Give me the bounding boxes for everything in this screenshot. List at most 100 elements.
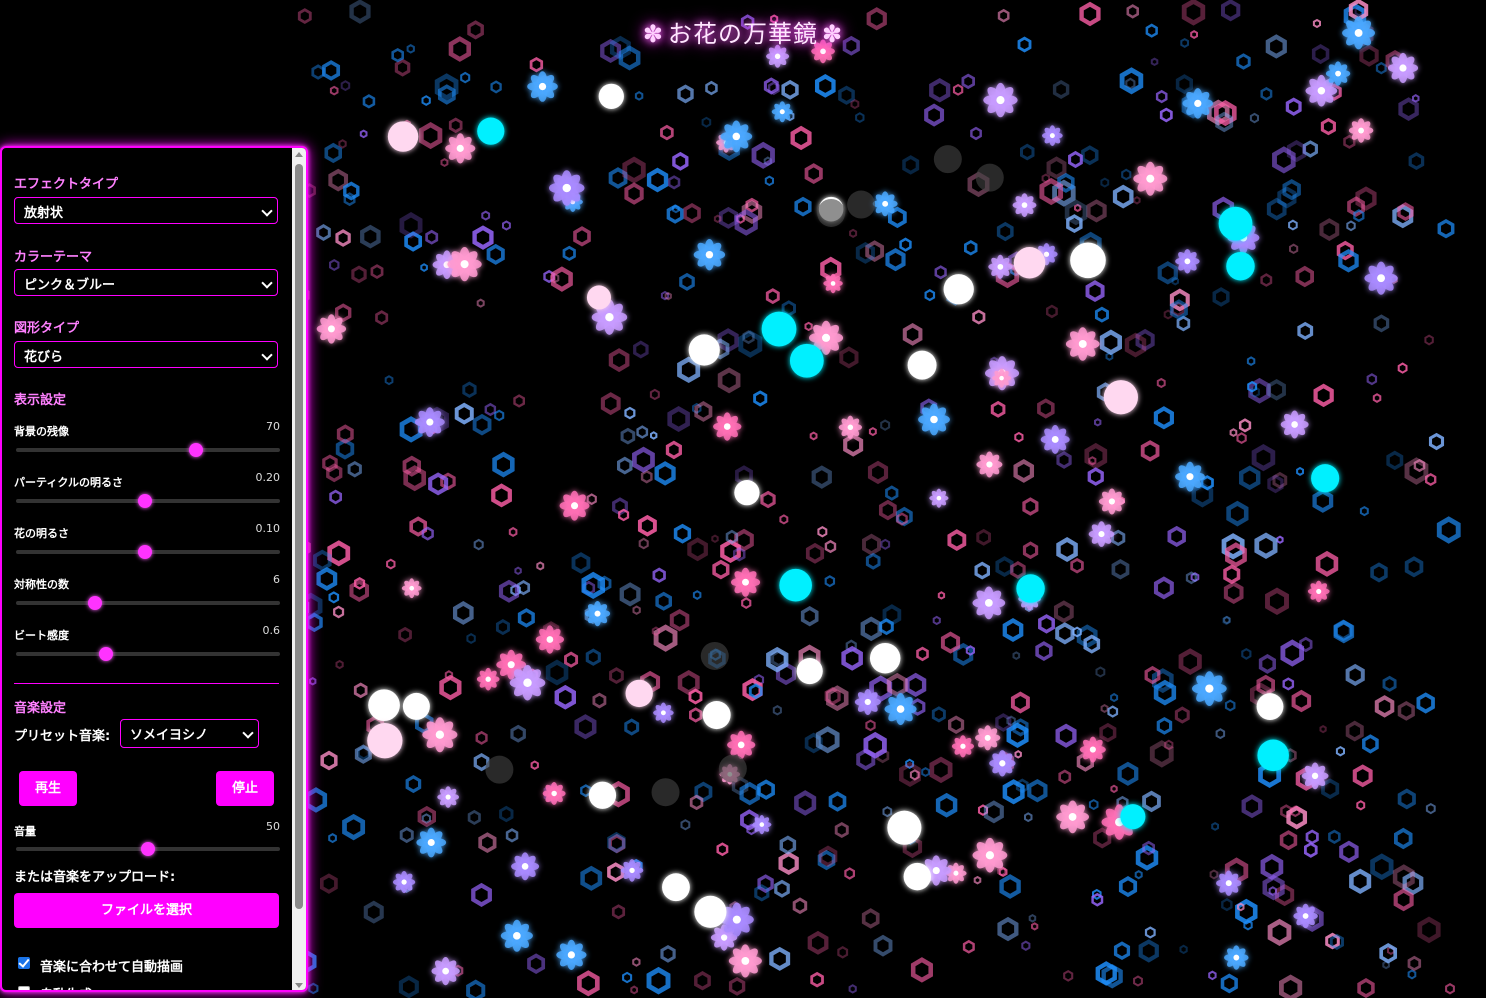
hexagon-particle (1266, 197, 1287, 221)
hexagon-particle (1382, 675, 1397, 692)
slider-thumb[interactable] (188, 443, 203, 457)
hexagon-particle (810, 971, 824, 988)
preset-music-select[interactable]: ソメイヨシノ (120, 719, 259, 748)
hexagon-particle (550, 266, 573, 292)
auto-generate-checkbox[interactable] (18, 986, 30, 990)
hexagon-particle (1167, 525, 1186, 547)
panel-scrollbar[interactable] (292, 148, 306, 990)
slider-value: 0.10 (255, 522, 281, 535)
hexagon-particle (586, 493, 597, 506)
hexagon-particle (905, 672, 927, 697)
hexagon-particle (1081, 145, 1099, 166)
play-button[interactable]: 再生 (19, 771, 77, 806)
hexagon-particle (1099, 329, 1122, 356)
hexagon-particle (1014, 750, 1022, 759)
slider-thumb[interactable] (98, 647, 113, 661)
hexagon-particle (718, 206, 738, 229)
hexagon-particle (995, 556, 1014, 578)
hexagon-particle (1134, 870, 1143, 880)
flower-brightness-slider[interactable] (16, 545, 280, 559)
hexagon-particle (1133, 196, 1141, 205)
hexagon-particle (1110, 784, 1118, 794)
stop-button[interactable]: 停止 (216, 771, 274, 806)
auto-draw-label: 音楽に合わせて自動描画 (40, 960, 184, 975)
flower-particle (422, 717, 458, 753)
hexagon-particle (1022, 541, 1039, 560)
hexagon-particle (1236, 432, 1247, 445)
hexagon-particle (1397, 700, 1415, 721)
flower-particle (975, 725, 1001, 751)
hexagon-particle (577, 970, 600, 997)
slider-thumb[interactable] (88, 596, 103, 610)
hexagon-particle (751, 141, 775, 169)
hexagon-particle (1372, 393, 1382, 403)
hexagon-particle (972, 309, 986, 325)
hexagon-particle (571, 552, 591, 574)
hexagon-particle (1319, 724, 1327, 734)
hexagon-particle (779, 835, 797, 855)
hexagon-particle (667, 406, 690, 432)
glow-orb (796, 657, 823, 685)
hexagon-particle (327, 540, 351, 567)
hexagon-particle (1006, 722, 1029, 749)
hexagon-particle (769, 946, 791, 971)
hexagon-particle (347, 461, 362, 478)
hexagon-particle (490, 80, 502, 94)
hexagon-particle (564, 651, 579, 668)
control-panel: エフェクトタイプ 放射状 カラーテーマ ピンク＆ブルー 図形タイプ 花びら 表示… (0, 146, 308, 992)
hexagon-particle (484, 402, 497, 417)
flower-particle (556, 939, 587, 970)
display-settings-label: 表示設定 (14, 393, 67, 408)
hexagon-particle (494, 409, 505, 422)
hexagon-particle (916, 646, 929, 662)
hexagon-particle (360, 224, 381, 249)
flower-particle (1079, 736, 1106, 763)
effect-type-select[interactable]: 放射状 (14, 197, 278, 224)
hexagon-particle (620, 427, 636, 445)
slider-thumb[interactable] (141, 842, 155, 856)
volume-slider[interactable] (16, 842, 280, 856)
hexagon-particle (398, 626, 412, 643)
auto-draw-checkbox[interactable] (18, 957, 30, 969)
hexagon-particle (1393, 888, 1414, 912)
hexagon-particle (701, 116, 712, 128)
hexagon-particle (1150, 57, 1159, 67)
afterimage-slider[interactable] (16, 443, 280, 457)
hexagon-particle (824, 575, 836, 588)
glow-orb (694, 895, 727, 928)
color-theme-select[interactable]: ピンク＆ブルー (14, 269, 278, 296)
hexagon-particle (711, 534, 719, 544)
hexagon-particle (1267, 918, 1292, 947)
hexagon-particle (630, 985, 638, 995)
hexagon-particle (655, 591, 673, 611)
glow-orb (702, 701, 731, 730)
scroll-up-icon[interactable] (295, 152, 303, 157)
hexagon-particle (1056, 537, 1078, 562)
hexagon-particle (672, 151, 689, 171)
glow-orb (1103, 380, 1138, 415)
slider-thumb[interactable] (138, 494, 153, 508)
shape-type-select[interactable]: 花びら (14, 341, 278, 368)
glow-orb (588, 781, 617, 809)
scroll-down-icon[interactable] (295, 983, 303, 988)
slider-thumb[interactable] (138, 545, 153, 559)
flower-particle (720, 120, 753, 153)
particle-brightness-slider[interactable] (16, 494, 280, 508)
hexagon-particle (1086, 199, 1107, 223)
hexagon-particle (660, 124, 674, 141)
glow-orb (887, 810, 922, 845)
hexagon-particle (640, 469, 653, 484)
hexagon-particle (902, 323, 923, 346)
beat-sensitivity-slider[interactable] (16, 647, 280, 661)
flower-particle (1293, 903, 1318, 929)
hexagon-particle (536, 561, 545, 571)
hexagon-particle (1211, 821, 1219, 831)
glow-orb (368, 689, 400, 722)
file-select-button[interactable]: ファイルを選択 (14, 893, 279, 928)
hexagon-particle (619, 582, 641, 607)
hexagon-particle (562, 245, 576, 261)
hexagon-particle (1024, 812, 1033, 823)
flower-particle (771, 101, 793, 123)
symmetry-slider[interactable] (16, 596, 280, 610)
scrollbar-thumb[interactable] (295, 164, 303, 909)
